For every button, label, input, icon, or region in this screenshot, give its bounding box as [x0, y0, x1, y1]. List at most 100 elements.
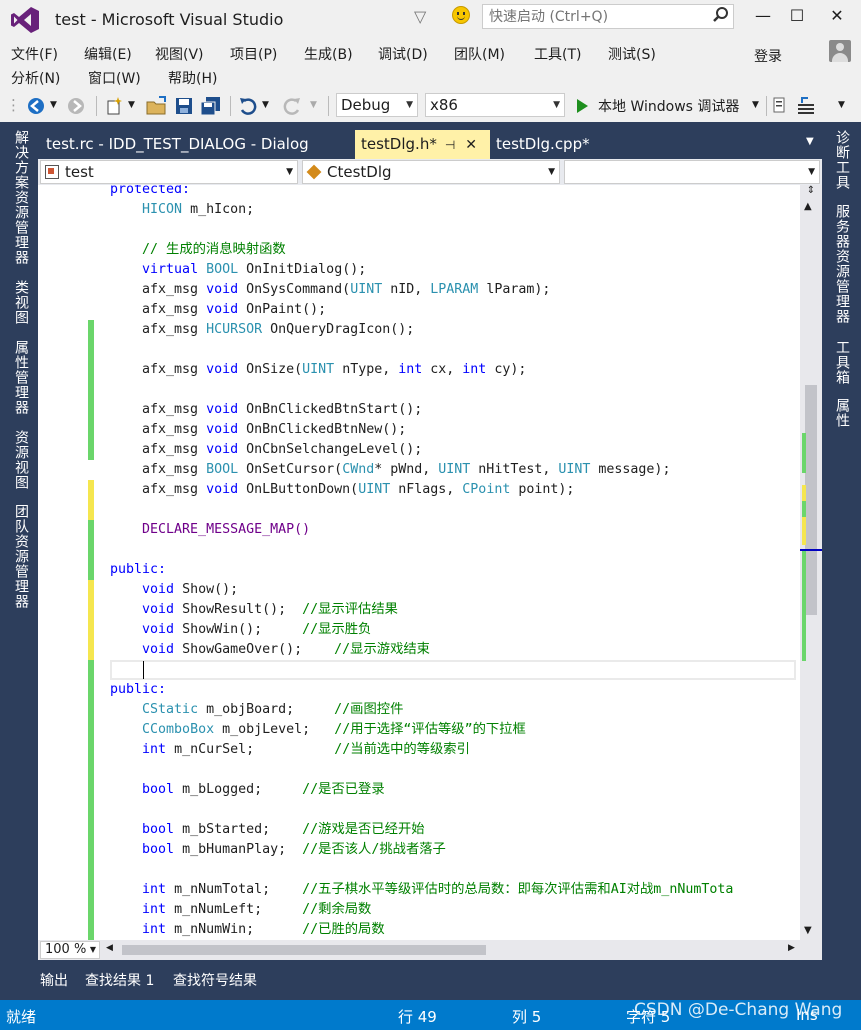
start-debugging-button[interactable]: 本地 Windows 调试器 [598, 96, 739, 116]
project-select[interactable]: test ▼ [40, 160, 298, 184]
code-editor[interactable]: protected: HICON m_hIcon; // 生成的消息映射函数 v… [38, 185, 822, 940]
new-dropdown-icon[interactable]: ▼ [128, 94, 135, 116]
toolbar-separator [766, 96, 767, 116]
menu-help[interactable]: 帮助(H) [168, 68, 217, 88]
scroll-right-icon[interactable]: ▶ [788, 943, 795, 953]
find-results-1-tab[interactable]: 查找结果 1 [85, 970, 154, 990]
tab-test-rc-dialog[interactable]: test.rc - IDD_TEST_DIALOG - Dialog [40, 130, 315, 159]
code-line: public: [110, 682, 167, 697]
redo-icon[interactable] [282, 96, 302, 116]
toolbar-grip-icon[interactable]: ⋮ [6, 94, 21, 116]
property-manager-tab[interactable]: 属性管理器 [11, 340, 31, 415]
feedback-smiley-icon[interactable] [452, 6, 470, 24]
tab-testdlg-cpp[interactable]: testDlg.cpp* [490, 130, 596, 159]
code-line: CComboBox m_objLevel; //用于选择“评估等级”的下拉框 [142, 722, 526, 737]
chevron-down-icon: ▼ [808, 167, 815, 177]
scroll-up-icon[interactable]: ▲ [804, 201, 812, 212]
new-project-icon[interactable] [104, 96, 124, 116]
redo-dropdown-icon[interactable]: ▼ [310, 94, 317, 116]
member-select[interactable]: ▼ [564, 160, 820, 184]
navigate-forward-icon[interactable] [66, 96, 86, 116]
menu-project[interactable]: 项目(P) [230, 44, 277, 64]
menu-test[interactable]: 测试(S) [608, 44, 656, 64]
menu-debug[interactable]: 调试(D) [378, 44, 428, 64]
sign-in-link[interactable]: 登录 [754, 46, 782, 66]
properties-tab[interactable]: 属性 [832, 398, 852, 428]
menu-file[interactable]: 文件(F) [11, 44, 58, 64]
team-explorer-tab[interactable]: 团队资源管理器 [11, 504, 31, 609]
scroll-down-icon[interactable]: ▼ [804, 925, 812, 936]
diagnostic-tools-tab[interactable]: 诊断工具 [832, 130, 852, 190]
start-debugging-icon[interactable] [574, 98, 590, 114]
solution-configuration-select[interactable]: Debug ▼ [336, 93, 418, 117]
code-line: afx_msg HCURSOR OnQueryDragIcon(); [110, 322, 415, 337]
status-column: 列 5 [512, 1008, 542, 1026]
maximize-button[interactable]: ☐ [785, 6, 809, 28]
tab-testdlg-h-label: testDlg.h* [361, 135, 437, 153]
code-line: afx_msg void OnLButtonDown(UINT nFlags, … [110, 482, 575, 497]
saved-change-marker [88, 520, 94, 580]
undo-dropdown-icon[interactable]: ▼ [262, 94, 269, 116]
class-view-tab[interactable]: 类视图 [11, 280, 31, 325]
menu-window[interactable]: 窗口(W) [88, 68, 141, 88]
output-tab[interactable]: 输出 [40, 970, 68, 990]
solution-platform-select[interactable]: x86 ▼ [425, 93, 565, 117]
code-line: bool m_bHumanPlay; //是否该人/挑战者落子 [142, 842, 446, 857]
pin-icon[interactable]: ⊣ [445, 138, 455, 152]
code-line: afx_msg void OnPaint(); [110, 302, 327, 317]
find-symbol-results-tab[interactable]: 查找符号结果 [173, 970, 257, 990]
code-line: void ShowWin(); //显示胜负 [142, 622, 372, 637]
toolbox-tab[interactable]: 工具箱 [832, 340, 852, 385]
undo-icon[interactable] [238, 96, 258, 116]
menu-analyze[interactable]: 分析(N) [11, 68, 60, 88]
resource-view-tab[interactable]: 资源视图 [11, 430, 31, 490]
menu-edit[interactable]: 编辑(E) [84, 44, 132, 64]
notifications-filter-icon[interactable]: ▽ [414, 7, 426, 26]
save-all-icon[interactable] [200, 96, 222, 116]
bottom-tool-window-tabs: 输出 查找结果 1 查找符号结果 [38, 966, 822, 996]
code-line: void ShowResult(); //显示评估结果 [142, 602, 398, 617]
tab-list-dropdown-icon[interactable]: ▼ [806, 136, 814, 147]
open-file-icon[interactable] [146, 96, 168, 116]
split-window-icon[interactable]: ⇕ [802, 185, 820, 201]
save-icon[interactable] [174, 96, 194, 116]
toolbar-overflow-icon[interactable]: ▼ [838, 94, 845, 116]
code-text[interactable]: protected: HICON m_hIcon; // 生成的消息映射函数 v… [110, 185, 800, 940]
account-avatar-icon[interactable] [829, 40, 851, 62]
change-map-marker [802, 501, 806, 517]
vertical-scrollbar[interactable]: ⇕ ▲ ▼ [800, 185, 822, 940]
close-button[interactable]: ✕ [825, 6, 849, 28]
class-select[interactable]: CtestDlg ▼ [302, 160, 560, 184]
document-tab-strip: test.rc - IDD_TEST_DIALOG - Dialog testD… [38, 130, 822, 159]
solution-explorer-tab[interactable]: 解决方案资源管理器 [11, 130, 31, 265]
code-line: afx_msg BOOL OnSetCursor(CWnd* pWnd, UIN… [110, 462, 671, 477]
debugger-dropdown-icon[interactable]: ▼ [752, 94, 759, 116]
toolbar-separator [230, 96, 231, 116]
code-line: // 生成的消息映射函数 [110, 242, 286, 257]
scroll-left-icon[interactable]: ◀ [106, 943, 113, 953]
code-line: int m_nNumTotal; //五子棋水平等级评估时的总局数：即每次评估需… [142, 882, 734, 897]
menu-build[interactable]: 生成(B) [304, 44, 353, 64]
step-into-icon[interactable] [796, 96, 818, 116]
code-line: bool m_bStarted; //游戏是否已经开始 [142, 822, 425, 837]
editor-gutter [38, 185, 108, 940]
navigate-back-icon[interactable] [26, 96, 46, 116]
find-in-files-icon[interactable] [772, 96, 790, 116]
quick-launch-input[interactable] [482, 4, 734, 29]
horizontal-scrollbar-thumb[interactable] [122, 945, 486, 955]
change-map-marker [802, 551, 806, 661]
zoom-select[interactable]: 100 % ▼ [40, 941, 100, 959]
solution-platform-value: x86 [430, 96, 458, 114]
minimize-button[interactable]: — [751, 6, 775, 28]
menu-view[interactable]: 视图(V) [155, 44, 204, 64]
search-icon[interactable] [712, 6, 730, 24]
menu-team[interactable]: 团队(M) [454, 44, 505, 64]
code-line: CStatic m_objBoard; //画图控件 [142, 702, 404, 717]
server-explorer-tab[interactable]: 服务器资源管理器 [832, 204, 852, 324]
close-icon[interactable]: ✕ [465, 137, 477, 153]
scrollbar-thumb[interactable] [805, 385, 817, 615]
menu-tools[interactable]: 工具(T) [534, 44, 581, 64]
caret-position-marker [800, 549, 822, 551]
tab-testdlg-h[interactable]: testDlg.h* ⊣ ✕ [355, 130, 490, 159]
back-dropdown-icon[interactable]: ▼ [50, 94, 57, 116]
